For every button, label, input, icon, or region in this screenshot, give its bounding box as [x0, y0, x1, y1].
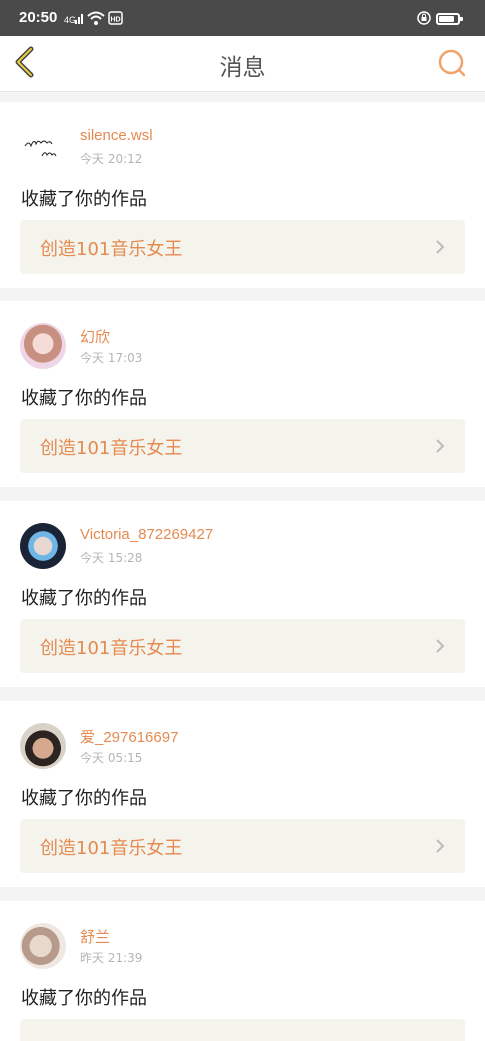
username[interactable]: Victoria_872269427 — [80, 526, 213, 543]
avatar[interactable] — [20, 124, 66, 170]
message-time: 昨天 21:39 — [80, 951, 143, 965]
message-card: silence.wsl 今天 20:12 收藏了你的作品 创造101音乐女王 — [0, 102, 485, 288]
wifi-icon — [87, 11, 105, 25]
message-time: 今天 15:28 — [80, 551, 143, 565]
work-title: 创造101音乐女王 — [40, 638, 183, 659]
work-link[interactable]: 创造101音乐女王 — [20, 220, 465, 274]
chevron-right-icon — [436, 240, 445, 254]
hd-icon: HD — [108, 11, 123, 25]
avatar[interactable] — [20, 923, 66, 969]
cellular-signal-icon: 4G — [64, 14, 83, 25]
action-text: 收藏了你的作品 — [21, 988, 147, 1009]
message-time: 今天 17:03 — [80, 351, 143, 365]
signature-avatar-image — [24, 140, 57, 157]
username[interactable]: 舒兰 — [80, 926, 110, 947]
avatar[interactable] — [20, 723, 66, 769]
status-time: 20:50 — [19, 9, 58, 26]
message-time: 今天 20:12 — [80, 152, 143, 166]
status-bar: 20:50 4G HD — [0, 0, 485, 36]
message-card: Victoria_872269427 今天 15:28 收藏了你的作品 创造10… — [0, 501, 485, 687]
avatar[interactable] — [20, 323, 66, 369]
battery-icon — [436, 13, 463, 25]
work-link[interactable] — [20, 1019, 465, 1041]
work-title: 创造101音乐女王 — [40, 438, 183, 459]
message-time: 今天 05:15 — [80, 751, 143, 765]
message-card: 爱_297616697 今天 05:15 收藏了你的作品 创造101音乐女王 — [0, 701, 485, 887]
search-icon[interactable] — [437, 48, 467, 78]
work-link[interactable]: 创造101音乐女王 — [20, 419, 465, 473]
message-card: 舒兰 昨天 21:39 收藏了你的作品 — [0, 901, 485, 1041]
username[interactable]: 爱_297616697 — [80, 726, 178, 747]
username[interactable]: 幻欣 — [80, 326, 110, 347]
work-link[interactable]: 创造101音乐女王 — [20, 819, 465, 873]
work-title: 创造101音乐女王 — [40, 239, 183, 260]
avatar[interactable] — [20, 523, 66, 569]
svg-text:4G: 4G — [64, 15, 76, 25]
action-text: 收藏了你的作品 — [21, 588, 147, 609]
work-title: 创造101音乐女王 — [40, 838, 183, 859]
page-title: 消息 — [219, 55, 266, 81]
username[interactable]: silence.wsl — [80, 127, 153, 144]
action-text: 收藏了你的作品 — [21, 388, 147, 409]
chevron-right-icon — [436, 639, 445, 653]
action-text: 收藏了你的作品 — [21, 788, 147, 809]
lock-rotation-icon — [417, 11, 431, 25]
work-link[interactable]: 创造101音乐女王 — [20, 619, 465, 673]
chevron-right-icon — [436, 439, 445, 453]
app-header: 消息 — [0, 36, 485, 92]
svg-text:HD: HD — [111, 17, 121, 24]
chevron-right-icon — [436, 839, 445, 853]
message-card: 幻欣 今天 17:03 收藏了你的作品 创造101音乐女王 — [0, 301, 485, 487]
action-text: 收藏了你的作品 — [21, 189, 147, 210]
